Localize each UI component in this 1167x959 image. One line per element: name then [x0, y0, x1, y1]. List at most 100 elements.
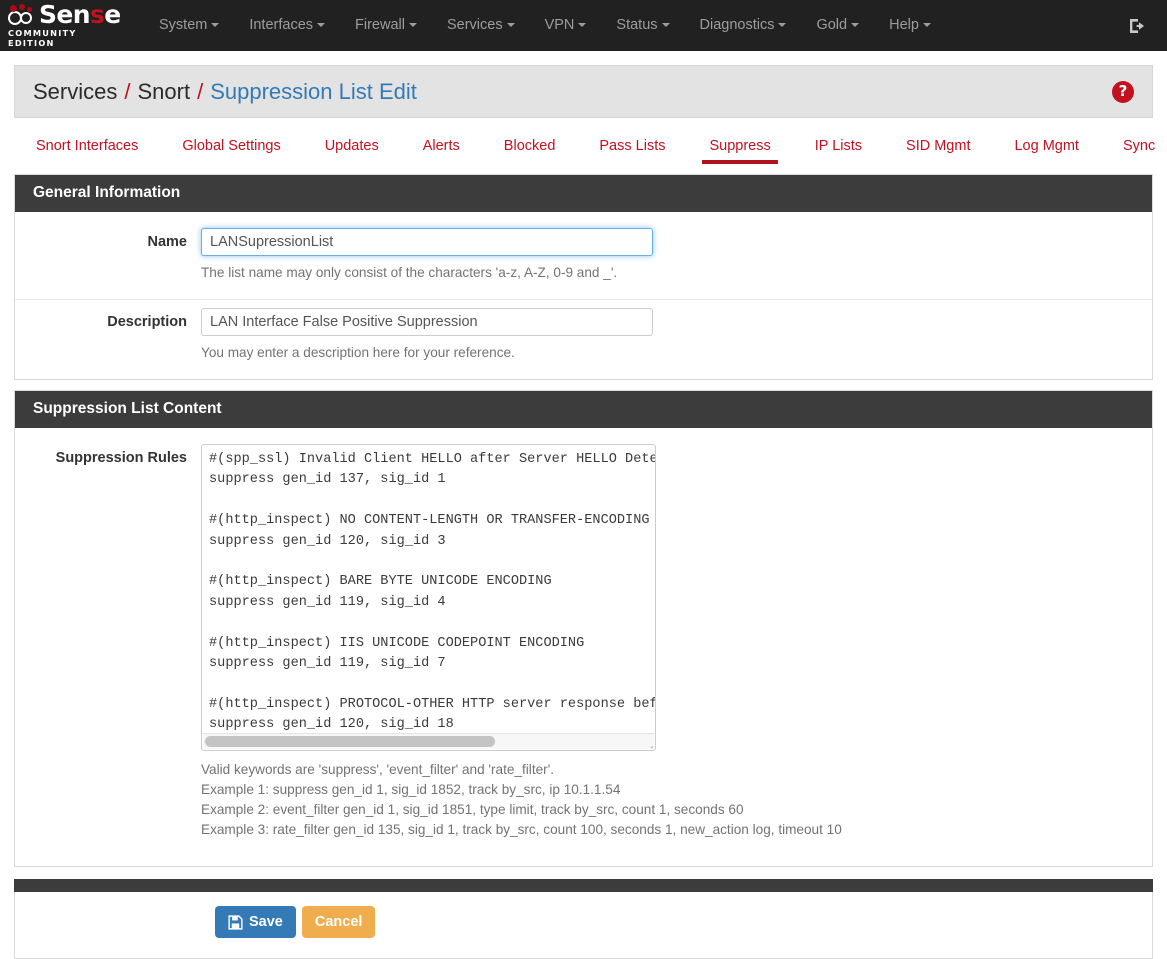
- tab-global-settings[interactable]: Global Settings: [160, 132, 302, 164]
- navbar-menu: System Interfaces Firewall Services VPN …: [144, 0, 946, 51]
- scrollbar-thumb[interactable]: [205, 736, 495, 747]
- suppression-rules-help: Valid keywords are 'suppress', 'event_fi…: [201, 760, 1152, 840]
- tab-label: Updates: [325, 138, 379, 154]
- chevron-down-icon: [778, 23, 786, 27]
- tab-updates[interactable]: Updates: [303, 132, 401, 164]
- suppression-rules-textarea-wrapper: #(spp_ssl) Invalid Client HELLO after Se…: [201, 444, 656, 751]
- form-actions: Save Cancel: [14, 892, 1153, 959]
- nav-item-label: Diagnostics: [700, 17, 775, 33]
- nav-item-label: Gold: [816, 17, 847, 33]
- tab-label: Global Settings: [182, 138, 280, 154]
- breadcrumb-separator: /: [124, 79, 130, 105]
- suppression-rules-label: Suppression Rules: [15, 444, 201, 840]
- logout-icon: [1127, 16, 1147, 36]
- nav-item-label: VPN: [545, 17, 575, 33]
- name-field-row: Name The list name may only consist of t…: [15, 226, 1152, 300]
- name-field-control: The list name may only consist of the ch…: [201, 228, 1152, 283]
- nav-item-status[interactable]: Status: [601, 0, 684, 51]
- suppression-rules-row: Suppression Rules #(spp_ssl) Invalid Cli…: [15, 442, 1152, 850]
- nav-item-services[interactable]: Services: [432, 0, 530, 51]
- suppression-rules-textarea[interactable]: #(spp_ssl) Invalid Client HELLO after Se…: [201, 444, 656, 751]
- nav-item-label: Help: [889, 17, 919, 33]
- breadcrumb-item-suppression-list-edit[interactable]: Suppression List Edit: [210, 79, 417, 105]
- tab-label: Blocked: [504, 138, 556, 154]
- nav-item-label: Firewall: [355, 17, 405, 33]
- description-label: Description: [15, 308, 201, 363]
- button-bar-divider: [14, 879, 1153, 892]
- pfsense-logo-icon: [8, 3, 38, 27]
- description-help-text: You may enter a description here for you…: [201, 343, 1152, 363]
- help-icon[interactable]: ?: [1112, 81, 1134, 103]
- tab-blocked[interactable]: Blocked: [482, 132, 578, 164]
- help-line-keywords: Valid keywords are 'suppress', 'event_fi…: [201, 760, 1152, 780]
- description-input[interactable]: [201, 308, 653, 336]
- nav-item-firewall[interactable]: Firewall: [340, 0, 432, 51]
- chevron-down-icon: [211, 23, 219, 27]
- chevron-down-icon: [923, 23, 931, 27]
- resize-handle-icon[interactable]: [640, 735, 653, 748]
- tab-sync[interactable]: Sync: [1101, 132, 1167, 164]
- cancel-button[interactable]: Cancel: [302, 906, 376, 938]
- tab-label: Suppress: [709, 138, 770, 154]
- tab-ip-lists[interactable]: IP Lists: [793, 132, 884, 164]
- general-information-panel: General Information Name The list name m…: [14, 174, 1153, 380]
- chevron-down-icon: [578, 23, 586, 27]
- breadcrumb: Services / Snort / Suppression List Edit…: [14, 65, 1153, 118]
- breadcrumb-separator: /: [197, 79, 203, 105]
- pfsense-brand-logo[interactable]: Sense COMMUNITY EDITION: [8, 6, 126, 46]
- breadcrumb-item-snort[interactable]: Snort: [137, 79, 190, 105]
- tab-label: Sync: [1123, 138, 1155, 154]
- nav-item-system[interactable]: System: [144, 0, 234, 51]
- nav-item-label: Services: [447, 17, 503, 33]
- brand-wordmark: Sense: [39, 3, 121, 27]
- general-information-body: Name The list name may only consist of t…: [15, 212, 1152, 379]
- nav-item-label: Status: [616, 17, 657, 33]
- name-help-text: The list name may only consist of the ch…: [201, 263, 1152, 283]
- tab-suppress[interactable]: Suppress: [687, 132, 792, 164]
- horizontal-scrollbar[interactable]: [203, 733, 654, 749]
- suppression-list-content-heading: Suppression List Content: [15, 391, 1152, 428]
- tab-label: SID Mgmt: [906, 138, 970, 154]
- chevron-down-icon: [662, 23, 670, 27]
- nav-item-interfaces[interactable]: Interfaces: [234, 0, 340, 51]
- nav-item-label: Interfaces: [249, 17, 313, 33]
- tab-log-mgmt[interactable]: Log Mgmt: [992, 132, 1100, 164]
- tab-sid-mgmt[interactable]: SID Mgmt: [884, 132, 992, 164]
- general-information-heading: General Information: [15, 175, 1152, 212]
- tab-label: Pass Lists: [599, 138, 665, 154]
- name-input[interactable]: [201, 228, 653, 256]
- chevron-down-icon: [507, 23, 515, 27]
- description-field-row: Description You may enter a description …: [15, 306, 1152, 373]
- brand-text-red: s: [90, 0, 104, 29]
- tab-label: Alerts: [423, 138, 460, 154]
- chevron-down-icon: [409, 23, 417, 27]
- tab-label: Log Mgmt: [1014, 138, 1078, 154]
- brand-subtitle: COMMUNITY EDITION: [8, 28, 126, 48]
- chevron-down-icon: [851, 23, 859, 27]
- nav-item-vpn[interactable]: VPN: [530, 0, 602, 51]
- nav-item-help[interactable]: Help: [874, 0, 946, 51]
- tab-label: Snort Interfaces: [36, 138, 138, 154]
- tab-snort-interfaces[interactable]: Snort Interfaces: [14, 132, 160, 164]
- tab-bar: Snort Interfaces Global Settings Updates…: [14, 118, 1153, 170]
- logout-button[interactable]: [1127, 16, 1153, 36]
- brand-text-part2: e: [104, 0, 120, 29]
- suppression-list-content-panel: Suppression List Content Suppression Rul…: [14, 390, 1153, 867]
- cancel-button-label: Cancel: [315, 914, 363, 930]
- nav-item-gold[interactable]: Gold: [801, 0, 874, 51]
- tab-label: IP Lists: [815, 138, 862, 154]
- chevron-down-icon: [317, 23, 325, 27]
- breadcrumb-item-services[interactable]: Services: [33, 79, 117, 105]
- save-button[interactable]: Save: [215, 906, 296, 938]
- help-line-example-2: Example 2: event_filter gen_id 1, sig_id…: [201, 800, 1152, 820]
- nav-item-diagnostics[interactable]: Diagnostics: [685, 0, 802, 51]
- nav-item-label: System: [159, 17, 207, 33]
- brand-text-part1: Sen: [39, 0, 90, 29]
- suppression-list-content-body: Suppression Rules #(spp_ssl) Invalid Cli…: [15, 428, 1152, 866]
- help-line-example-3: Example 3: rate_filter gen_id 135, sig_i…: [201, 820, 1152, 840]
- help-line-example-1: Example 1: suppress gen_id 1, sig_id 185…: [201, 780, 1152, 800]
- floppy-disk-icon: [228, 915, 243, 930]
- tab-pass-lists[interactable]: Pass Lists: [577, 132, 687, 164]
- tab-alerts[interactable]: Alerts: [401, 132, 482, 164]
- suppression-rules-text: #(spp_ssl) Invalid Client HELLO after Se…: [209, 450, 656, 736]
